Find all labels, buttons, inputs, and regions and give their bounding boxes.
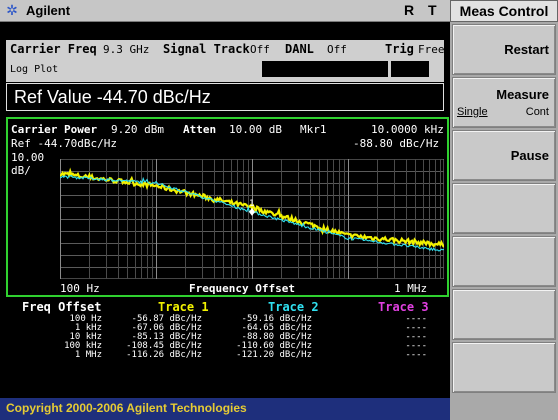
scale-unit: dB/ xyxy=(11,164,31,177)
marker-label: Mkr1 xyxy=(300,123,327,136)
trigger-indicator: T xyxy=(428,2,437,18)
pause-label: Pause xyxy=(510,148,549,163)
plot-area: 1 xyxy=(60,159,444,279)
table-cell-offset: 1 MHz xyxy=(74,350,102,360)
table-cell-t2: -121.20 dBc/Hz xyxy=(236,350,312,360)
x-axis-end: 1 MHz xyxy=(394,282,428,295)
measure-softkey[interactable]: Measure Single Cont xyxy=(452,77,556,128)
agilent-spark-icon: ✲ xyxy=(6,2,18,18)
measure-cont-option: Cont xyxy=(525,106,549,118)
status-line xyxy=(6,25,444,39)
danl-label: DANL xyxy=(285,42,314,56)
signal-track-label: Signal Track xyxy=(163,42,250,56)
status-field xyxy=(262,61,388,77)
remote-indicator: R xyxy=(404,2,415,18)
scale-value: 10.00 xyxy=(11,151,45,164)
active-entry-display: Ref Value -44.70 dBc/Hz xyxy=(6,83,444,111)
carrier-freq-value: 9.3 GHz xyxy=(103,43,150,56)
copyright-text: Copyright 2000-2006 Agilent Technologies xyxy=(6,401,247,415)
softkey-6-blank[interactable] xyxy=(452,289,556,340)
reference-level: Ref -44.70dBc/Hz xyxy=(11,137,117,150)
marker-value: -88.80 dBc/Hz xyxy=(353,137,440,150)
trace1-header: Trace 1 xyxy=(158,300,209,314)
softkey-7-blank[interactable] xyxy=(452,342,556,393)
freq-offset-header: Freq Offset xyxy=(22,300,102,314)
measurement-info-bar: Carrier Freq 9.3 GHz Signal Track Off DA… xyxy=(6,40,445,82)
atten-label: Atten xyxy=(183,123,217,136)
x-axis-title: Frequency Offset xyxy=(189,282,295,295)
table-cell-t1: -116.26 dBc/Hz xyxy=(126,350,202,360)
carrier-freq-label: Carrier Freq xyxy=(10,42,97,56)
phase-noise-graph: Carrier Power 9.20 dBm Atten 10.00 dB Mk… xyxy=(6,117,449,297)
message-area xyxy=(0,365,450,398)
status-field-small xyxy=(391,61,429,77)
carrier-power-value: 9.20 dBm xyxy=(111,123,164,136)
measure-label: Measure xyxy=(496,87,549,102)
softkey-4-blank[interactable] xyxy=(452,183,556,234)
softkey-menu: Meas Control Restart Measure Single Cont… xyxy=(450,0,558,420)
copyright-bar: Copyright 2000-2006 Agilent Technologies xyxy=(0,398,450,420)
trace3-header: Trace 3 xyxy=(378,300,429,314)
trace-table: Freq Offset Trace 1 Trace 2 Trace 3 100 … xyxy=(6,297,449,365)
restart-label: Restart xyxy=(504,42,549,57)
signal-track-value: Off xyxy=(250,43,270,56)
marker-number: 1 xyxy=(249,199,254,209)
carrier-power-label: Carrier Power xyxy=(11,123,98,136)
trig-value: Free xyxy=(418,43,445,56)
atten-value: 10.00 dB xyxy=(229,123,282,136)
pause-softkey[interactable]: Pause xyxy=(452,130,556,181)
menu-title: Meas Control xyxy=(450,0,558,22)
brand-name: Agilent xyxy=(26,3,71,18)
table-cell-t3: ---- xyxy=(405,350,427,360)
ref-value-entry: Ref Value -44.70 dBc/Hz xyxy=(14,87,211,107)
gridlines xyxy=(60,159,444,279)
x-axis-start: 100 Hz xyxy=(60,282,100,295)
title-bar: ✲ Agilent R T xyxy=(0,0,450,22)
danl-value: Off xyxy=(327,43,347,56)
softkey-5-blank[interactable] xyxy=(452,236,556,287)
plot-type-label: Log Plot xyxy=(10,64,59,75)
trig-label: Trig xyxy=(385,42,414,56)
trace2-header: Trace 2 xyxy=(268,300,319,314)
measure-single-option: Single xyxy=(457,106,488,118)
marker-frequency: 10.0000 kHz xyxy=(371,123,444,136)
restart-softkey[interactable]: Restart xyxy=(452,24,556,75)
